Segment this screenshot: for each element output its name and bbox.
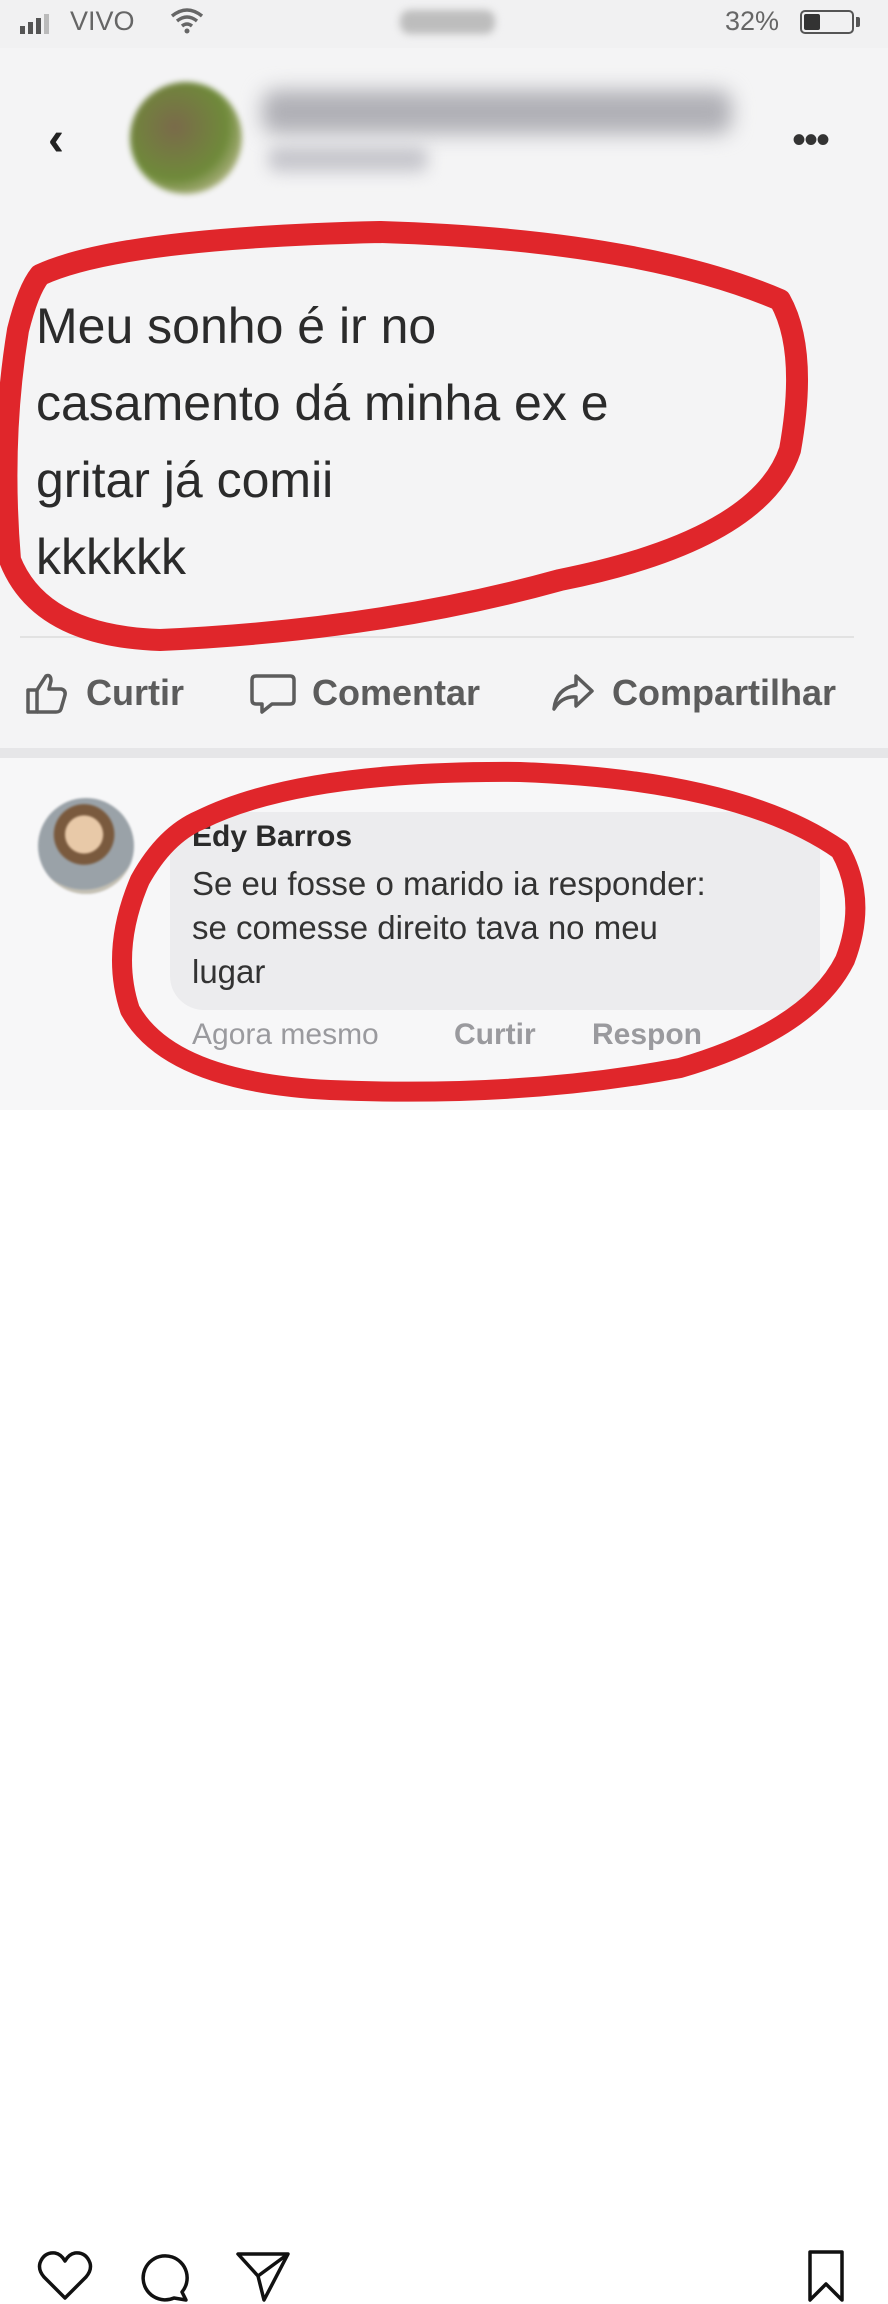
comment-text-line: se comesse direito tava no meu <box>192 909 658 946</box>
instagram-action-bar <box>0 1110 888 2302</box>
post-text-line: Meu sonho é ir no <box>36 298 437 354</box>
post-meta-blurred <box>268 146 428 172</box>
comment-time: Agora mesmo <box>192 1018 379 1051</box>
clock-blurred <box>400 10 495 34</box>
comment-text-line: lugar <box>192 953 266 990</box>
post-text-line: kkkkkk <box>36 529 186 585</box>
share-arrow-icon <box>552 674 594 711</box>
signal-icon <box>20 12 49 34</box>
comment-bubble-icon <box>250 674 296 714</box>
post-text-line: gritar já comii <box>36 452 334 508</box>
comment-reply-link[interactable]: Respon <box>592 1018 702 1052</box>
more-icon[interactable]: ••• <box>792 118 830 163</box>
comment-author[interactable]: Edy Barros <box>192 820 352 854</box>
share-button[interactable]: Compartilhar <box>548 668 836 718</box>
carrier-label: VIVO <box>70 6 135 36</box>
bookmark-icon[interactable] <box>806 2248 846 2304</box>
post-actions: Curtir Comentar Compartilhar <box>22 668 872 724</box>
battery-percent: 32% <box>725 6 780 36</box>
thumbs-up-icon <box>26 673 67 714</box>
comment-like-link[interactable]: Curtir <box>454 1018 536 1052</box>
share-label: Compartilhar <box>612 672 837 713</box>
section-separator <box>0 748 888 758</box>
comment-label: Comentar <box>312 672 481 713</box>
post-text-line: casamento dá minha ex e <box>36 375 609 431</box>
comment-text: Se eu fosse o marido ia responder: se co… <box>192 862 822 994</box>
post-author-avatar[interactable] <box>130 82 242 194</box>
heart-icon[interactable] <box>36 2248 94 2304</box>
share-icon[interactable] <box>234 2248 292 2304</box>
battery-tip <box>856 17 860 27</box>
status-bar: VIVO 32% <box>0 0 888 48</box>
divider <box>20 636 854 638</box>
post-text: Meu sonho é ir no casamento dá minha ex … <box>36 288 796 596</box>
comment-icon[interactable] <box>136 2248 192 2304</box>
comment-text-line: Se eu fosse o marido ia responder: <box>192 865 706 902</box>
commenter-avatar[interactable] <box>38 798 134 894</box>
wifi-icon <box>170 6 204 41</box>
post-author-name-blurred <box>262 90 732 134</box>
battery-icon <box>800 10 854 34</box>
back-icon[interactable]: ‹ <box>48 112 64 167</box>
screenshot-image: VIVO 32% ‹ ••• Meu sonho é ir no casamen… <box>0 0 888 1110</box>
like-button[interactable]: Curtir <box>22 668 184 718</box>
comment-button[interactable]: Comentar <box>248 668 480 718</box>
like-label: Curtir <box>86 672 184 713</box>
